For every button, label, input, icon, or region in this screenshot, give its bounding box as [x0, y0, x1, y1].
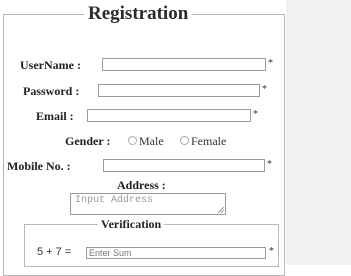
password-input[interactable]	[98, 84, 260, 97]
mobile-input[interactable]	[103, 159, 265, 172]
address-textarea[interactable]: Input Address	[70, 193, 226, 215]
gender-label: Gender :	[65, 134, 111, 148]
email-label: Email :	[36, 109, 74, 123]
sum-required-mark: *	[269, 246, 274, 257]
verification-group: Verification 5 + 7 = *	[24, 218, 279, 267]
resize-grip-icon[interactable]	[218, 207, 224, 213]
username-label: UserName :	[20, 58, 81, 72]
email-required-mark: *	[253, 109, 258, 120]
registration-legend: Registration	[88, 3, 189, 24]
password-required-mark: *	[262, 84, 267, 95]
address-placeholder: Input Address	[75, 195, 154, 206]
registration-form: Registration UserName : * Password : * E…	[3, 4, 285, 276]
sum-input[interactable]	[86, 247, 266, 259]
gender-female-label: Female	[191, 134, 227, 148]
verification-legend: Verification	[101, 217, 162, 231]
password-label: Password :	[23, 84, 80, 98]
address-label: Address :	[117, 178, 166, 192]
mobile-label: Mobile No. :	[7, 159, 71, 173]
username-input[interactable]	[102, 58, 266, 71]
gender-female-radio[interactable]	[180, 136, 189, 145]
email-input[interactable]	[87, 109, 251, 122]
username-required-mark: *	[268, 58, 273, 69]
gender-male-radio[interactable]	[128, 136, 137, 145]
mobile-required-mark: *	[267, 159, 272, 170]
page-background	[286, 0, 351, 265]
gender-male-label: Male	[139, 134, 164, 148]
sum-equation: 5 + 7 =	[37, 246, 72, 258]
